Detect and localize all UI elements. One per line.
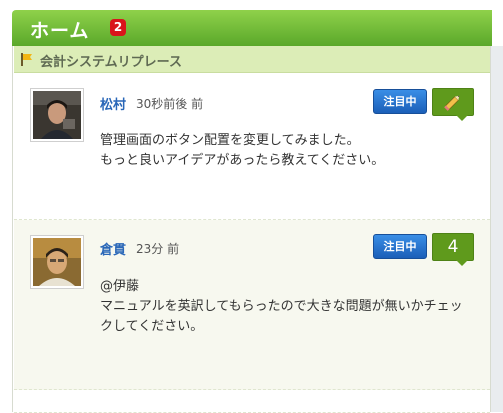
comment-tail	[456, 260, 468, 266]
comment-count-button[interactable]: 4	[432, 233, 474, 261]
page-title: ホーム	[30, 20, 90, 42]
timeline-panel: 会計システムリプレース 松村 30秒前後 前 注目中 管理画面のボタン配置を変更…	[12, 46, 491, 413]
watch-button[interactable]: 注目中	[373, 234, 427, 259]
notification-badge[interactable]: 2	[110, 19, 126, 36]
avatar[interactable]	[30, 235, 84, 289]
post-time[interactable]: 30秒前後 前	[136, 95, 203, 112]
user-photo	[33, 238, 81, 286]
timeline-post	[14, 390, 490, 413]
post-author[interactable]: 倉貫	[100, 239, 126, 258]
post-time[interactable]: 23分 前	[136, 240, 179, 257]
pencil-icon	[444, 95, 460, 111]
timeline-post: 松村 30秒前後 前 注目中 管理画面のボタン配置を変更してみました。 もっと良…	[14, 73, 490, 220]
watch-button[interactable]: 注目中	[373, 89, 427, 114]
comment-button[interactable]	[432, 88, 474, 116]
scroll-gutter	[489, 46, 503, 412]
comment-count: 4	[447, 237, 459, 257]
post-author[interactable]: 松村	[100, 94, 126, 113]
post-body: @伊藤 マニュアルを英訳してもらったので大きな問題が無いかチェックしてください。	[100, 279, 463, 334]
flag-icon	[21, 53, 32, 66]
avatar[interactable]	[30, 88, 84, 142]
page-header: ホーム 2	[12, 10, 492, 46]
comment-tail	[456, 115, 468, 121]
group-header[interactable]: 会計システムリプレース	[14, 46, 490, 73]
group-name[interactable]: 会計システムリプレース	[40, 51, 182, 70]
timeline-post: 倉貫 23分 前 注目中 4 @伊藤 マニュアルを英訳してもらったので大きな問題…	[14, 220, 490, 390]
user-photo	[33, 91, 81, 139]
post-body: 管理画面のボタン配置を変更してみました。 もっと良いアイデアがあったら教えてくだ…	[100, 133, 385, 168]
